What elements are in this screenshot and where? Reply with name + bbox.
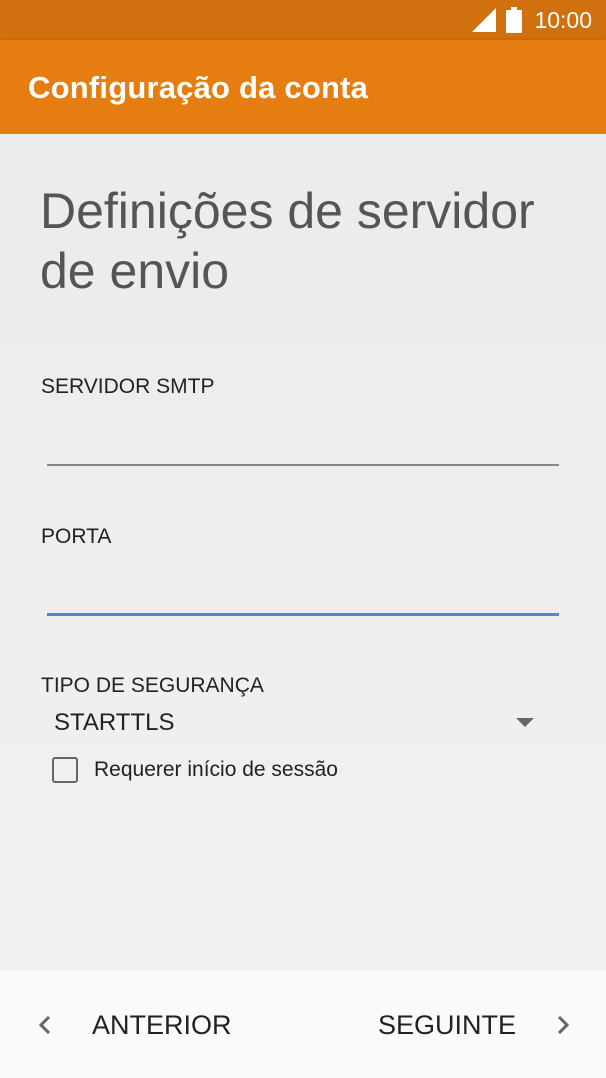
- status-time: 10:00: [534, 6, 592, 33]
- previous-button[interactable]: ANTERIOR: [38, 998, 232, 1052]
- login-required-label: Requerer início de sessão: [94, 758, 338, 781]
- chevron-left-icon: [38, 1015, 51, 1035]
- login-required-checkbox[interactable]: [52, 757, 78, 783]
- dropdown-arrow-icon: [516, 718, 534, 727]
- smtp-server-label: SERVIDOR SMTP: [41, 375, 215, 398]
- port-input[interactable]: [47, 576, 559, 616]
- page-heading: Definições de servidor de envio: [40, 183, 535, 299]
- app-title: Configuração da conta: [28, 70, 369, 105]
- battery-icon: [506, 7, 523, 33]
- next-label: SEGUINTE: [377, 1009, 516, 1040]
- security-type-value: STARTTLS: [54, 709, 175, 736]
- security-type-select[interactable]: STARTTLS: [48, 702, 538, 742]
- status-bar: 10:00: [0, 0, 606, 40]
- smtp-server-input[interactable]: [47, 426, 559, 466]
- app-bar: Configuração da conta: [0, 40, 606, 134]
- port-label: PORTA: [41, 525, 112, 548]
- form-content: Definições de servidor de envio SERVIDOR…: [0, 134, 606, 970]
- status-icons: 10:00: [472, 0, 592, 40]
- security-type-label: TIPO DE SEGURANÇA: [41, 674, 264, 697]
- signal-icon: [472, 8, 497, 32]
- next-button[interactable]: SEGUINTE: [378, 998, 570, 1052]
- previous-label: ANTERIOR: [92, 1009, 232, 1040]
- login-required-row[interactable]: Requerer início de sessão: [52, 754, 338, 786]
- bottom-nav-bar: ANTERIOR SEGUINTE: [0, 970, 606, 1078]
- chevron-right-icon: [557, 1015, 570, 1035]
